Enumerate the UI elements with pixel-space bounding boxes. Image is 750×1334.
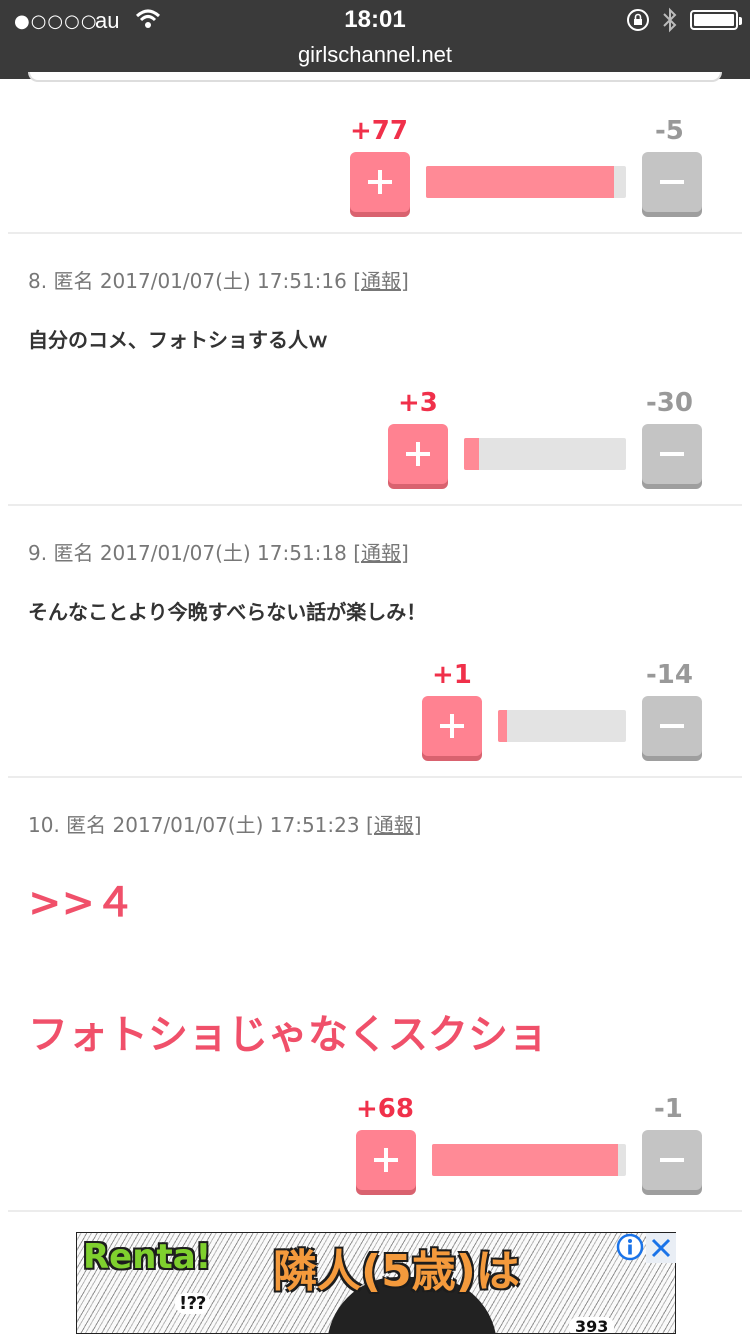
comment-divider [8, 504, 742, 506]
comment-author: 匿名 [66, 813, 107, 837]
plus-icon [440, 714, 464, 738]
comment-text: そんなことより今晩すべらない話が楽しみ！ [28, 600, 427, 624]
vote-panel: +77 -5 [350, 116, 702, 212]
minus-icon [660, 452, 684, 456]
plus-vote-button[interactable] [422, 696, 482, 756]
plus-icon [374, 1148, 398, 1172]
minus-vote-button[interactable] [642, 152, 702, 212]
vote-ratio-bar [498, 710, 626, 742]
plus-count: +3 [398, 388, 438, 418]
minus-icon [660, 180, 684, 184]
minus-icon [660, 1158, 684, 1162]
vote-panel: +3 -30 [388, 388, 702, 484]
comment-number: 10. [28, 813, 60, 837]
vote-ratio-fill [432, 1144, 619, 1176]
anchor-reply-link[interactable]: >>４ [28, 870, 135, 928]
address-bar-url[interactable]: girlschannel.net [0, 42, 750, 68]
plus-vote-button[interactable] [350, 152, 410, 212]
minus-count: -30 [646, 388, 693, 418]
minus-count: -5 [655, 116, 684, 146]
report-link[interactable]: [通報] [353, 541, 409, 565]
comment-datetime: 2017/01/07(土) 17:51:23 [112, 813, 360, 837]
plus-icon [406, 442, 430, 466]
comment-number: 8. [28, 269, 48, 293]
comment-number: 9. [28, 541, 48, 565]
plus-count: +77 [350, 116, 408, 146]
rotation-lock-icon [627, 9, 649, 31]
comment-divider [8, 776, 742, 778]
ad-close-icon[interactable] [646, 1233, 676, 1263]
previous-comment-box-edge [28, 72, 722, 82]
comment-text: フォトショじゃなくスクショ [28, 1012, 548, 1058]
comment-divider [8, 232, 742, 234]
vote-ratio-bar [432, 1144, 626, 1176]
comment-meta: 10. 匿名 2017/01/07(土) 17:51:23 [通報] [28, 809, 422, 838]
ad-brand-logo: Renta! [83, 1237, 212, 1277]
plus-vote-button[interactable] [388, 424, 448, 484]
comment-author: 匿名 [53, 269, 94, 293]
minus-vote-button[interactable] [642, 1130, 702, 1190]
vote-ratio-fill [498, 710, 507, 742]
minus-vote-button[interactable] [642, 424, 702, 484]
plus-count: +68 [356, 1094, 414, 1124]
status-bar: ●○○○○ au 18:01 girlschannel.net [0, 0, 750, 79]
minus-count: -1 [654, 1094, 683, 1124]
comment-divider [8, 1210, 742, 1212]
ad-headline: 隣人(5歳)は [273, 1246, 520, 1297]
comment-meta: 8. 匿名 2017/01/07(土) 17:51:16 [通報] [28, 265, 409, 294]
minus-vote-button[interactable] [642, 696, 702, 756]
comment-meta: 9. 匿名 2017/01/07(土) 17:51:18 [通報] [28, 537, 409, 566]
plus-count: +1 [432, 660, 472, 690]
vote-ratio-fill [426, 166, 614, 198]
comment-datetime: 2017/01/07(土) 17:51:16 [99, 269, 347, 293]
plus-vote-button[interactable] [356, 1130, 416, 1190]
vote-ratio-bar [464, 438, 626, 470]
vote-ratio-bar [426, 166, 626, 198]
ad-info-icon[interactable] [616, 1233, 644, 1261]
battery-icon [690, 10, 742, 30]
plus-icon [368, 170, 392, 194]
comment-datetime: 2017/01/07(土) 17:51:18 [99, 541, 347, 565]
report-link[interactable]: [通報] [366, 813, 422, 837]
minus-icon [660, 724, 684, 728]
report-link[interactable]: [通報] [353, 269, 409, 293]
ad-speech-bubble: !⁇ [175, 1293, 210, 1314]
ad-banner[interactable]: Renta! 隣人(5歳)は !⁇ 393 [76, 1232, 676, 1334]
comment-author: 匿名 [53, 541, 94, 565]
vote-panel: +68 -1 [356, 1094, 702, 1190]
ad-speech-bubble-small: 393 [569, 1317, 615, 1333]
minus-count: -14 [646, 660, 693, 690]
comment-text: 自分のコメ、フォトショする人ｗ [28, 328, 328, 352]
bluetooth-icon [663, 7, 677, 33]
vote-ratio-fill [464, 438, 479, 470]
vote-panel: +1 -14 [422, 660, 702, 756]
